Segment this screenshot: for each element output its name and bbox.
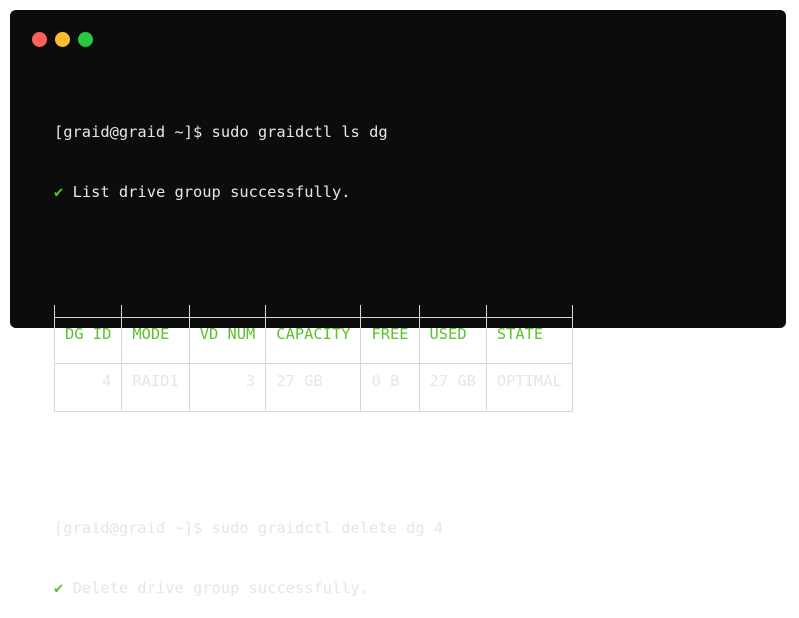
header-used: USED	[418, 317, 487, 350]
header-capacity: CAPACITY	[265, 317, 362, 350]
table-border-mid	[53, 350, 573, 364]
terminal-output: [graid@graid ~]$ sudo graidctl ls dg ✔ L…	[53, 82, 573, 618]
header-vd-num: VD NUM	[188, 317, 267, 350]
header-state: STATE	[485, 317, 573, 350]
result-line-1: ✔ List drive group successfully.	[54, 182, 573, 202]
result-message: List drive group successfully.	[72, 183, 351, 201]
cell-state: OPTIMAL	[485, 363, 573, 398]
header-dg-id: DG ID	[53, 317, 123, 350]
table-border-bottom	[53, 398, 573, 412]
result-message: Delete drive group successfully.	[72, 579, 370, 597]
command-text: sudo graidctl ls dg	[211, 123, 388, 141]
cell-capacity: 27 GB	[265, 363, 362, 398]
cell-used: 27 GB	[418, 363, 487, 398]
result-line-2: ✔ Delete drive group successfully.	[54, 578, 573, 598]
prompt: [graid@graid ~]$	[54, 519, 203, 537]
command-text: sudo graidctl delete dg 4	[211, 519, 444, 537]
cell-mode: RAID1	[121, 363, 190, 398]
header-mode: MODE	[121, 317, 190, 350]
cell-vd-num: 3	[188, 363, 267, 398]
drive-group-table: DG ID MODE VD NUM CAPACITY FREE USED STA…	[53, 305, 573, 412]
drive-group-table-wrap: DG ID MODE VD NUM CAPACITY FREE USED STA…	[53, 265, 573, 452]
header-free: FREE	[360, 317, 420, 350]
table-header-row: DG ID MODE VD NUM CAPACITY FREE USED STA…	[53, 317, 573, 350]
maximize-dot[interactable]	[78, 32, 93, 47]
command-line-1: [graid@graid ~]$ sudo graidctl ls dg	[54, 122, 573, 142]
table-row: 4 RAID1 3 27 GB 0 B 27 GB OPTIMAL	[53, 363, 573, 398]
prompt: [graid@graid ~]$	[54, 123, 203, 141]
command-line-2: [graid@graid ~]$ sudo graidctl delete dg…	[54, 518, 573, 538]
close-dot[interactable]	[32, 32, 47, 47]
cell-free: 0 B	[360, 363, 420, 398]
check-icon: ✔	[54, 183, 64, 201]
cell-dg-id: 4	[53, 363, 123, 398]
table-border-top	[53, 305, 573, 318]
minimize-dot[interactable]	[55, 32, 70, 47]
window-controls	[32, 32, 93, 47]
check-icon: ✔	[54, 579, 64, 597]
